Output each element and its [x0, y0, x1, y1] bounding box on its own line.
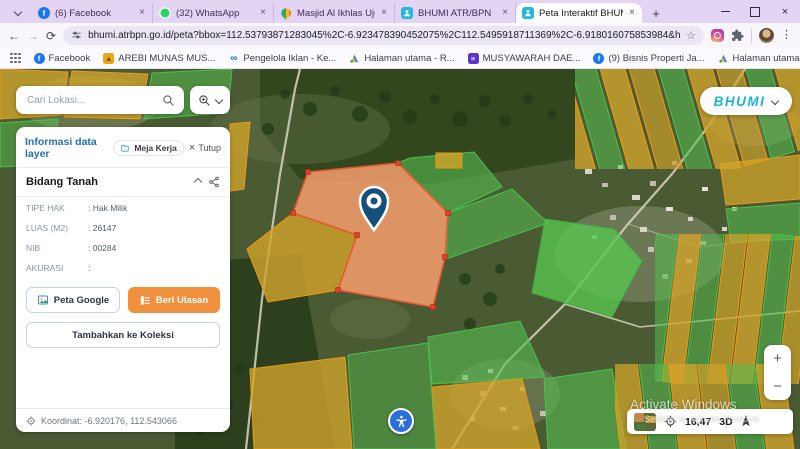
url-text: bhumi.atrbpn.go.id/peta?bbox=112.5379387… [88, 30, 680, 41]
locate-icon[interactable] [664, 415, 677, 428]
bookmark-halaman-utama-2[interactable]: Halaman utama - R... [718, 53, 800, 64]
tab-close-icon[interactable]: × [259, 7, 267, 19]
forward-button[interactable]: → [27, 30, 39, 42]
chevron-down-icon [771, 97, 779, 105]
bookmark-halaman-utama-1[interactable]: Halaman utama - R... [349, 53, 454, 64]
chevron-down-icon [215, 96, 223, 104]
toolbar-divider [751, 29, 752, 43]
tab-close-icon[interactable]: × [501, 7, 509, 19]
section-title: Bidang Tanah [26, 176, 188, 188]
map-zoom-control: + − [764, 345, 791, 400]
tab-maps[interactable]: Masjid Al Ikhlas Ujung Pangi × [274, 3, 395, 23]
bookmark-arebi[interactable]: ▲AREBI MUNAS MUS... [103, 53, 215, 64]
bookmark-star-icon[interactable]: ☆ [686, 29, 696, 42]
layer-info-panel: Informasi data layer Meja Kerja × Tutup … [16, 127, 230, 432]
search-icon[interactable] [162, 94, 175, 107]
new-tab-button[interactable]: + [648, 5, 664, 21]
magnifier-plus-icon [198, 94, 211, 107]
apps-grid-icon[interactable] [10, 53, 21, 64]
chevron-down-icon [14, 8, 22, 16]
tab-peta-interaktif-active[interactable]: Peta Interaktif BHUMI ATR/B × [516, 3, 642, 23]
google-ads-icon [718, 53, 729, 64]
picture-icon [37, 294, 49, 306]
google-maps-favicon [279, 6, 293, 20]
tab-strip: f (6) Facebook × (32) WhatsApp × Masjid … [0, 0, 800, 23]
tab-close-icon[interactable]: × [628, 7, 636, 19]
collapse-chevron-icon[interactable] [194, 178, 202, 186]
window-controls: × [710, 0, 800, 23]
tab-whatsapp[interactable]: (32) WhatsApp × [153, 3, 274, 23]
location-search [16, 86, 184, 114]
instagram-extension-icon[interactable] [711, 29, 724, 42]
whatsapp-favicon [159, 7, 171, 19]
site-settings-icon[interactable] [71, 30, 82, 41]
bookmarks-bar: fFacebook ▲AREBI MUNAS MUS... ∞Pengelola… [0, 48, 800, 69]
beri-ulasan-button[interactable]: Beri Ulasan [128, 287, 220, 313]
tab-search-button[interactable] [8, 2, 28, 22]
accessibility-icon [394, 414, 409, 429]
mode-3d-button[interactable]: 3D [719, 416, 732, 428]
menu-dots-icon[interactable]: ⋮ [781, 30, 792, 41]
reload-button[interactable]: ⟳ [46, 30, 56, 42]
url-bar[interactable]: bhumi.atrbpn.go.id/peta?bbox=112.5379387… [63, 26, 704, 45]
minimize-button[interactable] [710, 0, 740, 23]
share-icon[interactable] [208, 176, 220, 188]
profile-avatar[interactable] [759, 28, 774, 43]
basemap-thumbnail[interactable] [634, 413, 656, 431]
folder-icon [120, 144, 130, 153]
coordinate-readout: Koordinat: -6.920176, 112.543066 [16, 408, 230, 432]
window-close-button[interactable]: × [770, 0, 800, 23]
bhumi-menu[interactable]: BHUMI [700, 87, 792, 115]
tab-close-icon[interactable]: × [380, 7, 388, 19]
bookmark-facebook[interactable]: fFacebook [34, 53, 91, 64]
meta-icon: ∞ [228, 53, 239, 64]
facebook-favicon: f [38, 7, 50, 19]
bhumi-favicon [401, 7, 413, 19]
browser-toolbar: ← → ⟳ bhumi.atrbpn.go.id/peta?bbox=112.5… [0, 23, 800, 48]
google-ads-icon [349, 53, 360, 64]
tab-facebook[interactable]: f (6) Facebook × [32, 3, 153, 23]
facebook-icon: f [593, 53, 604, 64]
tambah-koleksi-button[interactable]: Tambahkan ke Koleksi [26, 322, 220, 348]
back-button[interactable]: ← [8, 30, 20, 42]
musyawarah-icon: ≡ [468, 53, 479, 64]
accessibility-button[interactable] [388, 408, 414, 434]
panel-title: Informasi data layer [25, 136, 108, 160]
close-icon: × [189, 142, 195, 154]
map-status-bar: 16,47 3D [627, 409, 793, 434]
tab-bhumi[interactable]: BHUMI ATR/BPN × [395, 3, 516, 23]
arebi-icon: ▲ [103, 53, 114, 64]
review-icon [140, 295, 151, 306]
bhumi-favicon [522, 7, 534, 19]
close-panel-button[interactable]: × Tutup [189, 142, 221, 154]
bookmark-bisnis-properti[interactable]: f(9) Bisnis Properti Ja... [593, 53, 704, 64]
field-tipe-hak: TIPE HAK: Hak Milik [26, 203, 220, 213]
search-input[interactable] [25, 94, 156, 107]
compass-icon[interactable] [741, 415, 751, 428]
zoom-level-readout: 16,47 [685, 416, 711, 428]
zoom-area-tool[interactable] [190, 86, 230, 114]
extensions-puzzle-icon[interactable] [731, 29, 744, 42]
bhumi-logo: BHUMI [714, 94, 766, 109]
zoom-in-button[interactable]: + [773, 350, 782, 367]
bookmark-pengelola-iklan[interactable]: ∞Pengelola Iklan - Ke... [228, 53, 336, 64]
field-nib: NIB: 00284 [26, 243, 220, 253]
maximize-button[interactable] [740, 0, 770, 23]
field-akurasi: AKURASI: [26, 263, 220, 273]
meja-kerja-button[interactable]: Meja Kerja [113, 140, 184, 156]
bookmark-musyawarah[interactable]: ≡MUSYAWARAH DAE... [468, 53, 581, 64]
crosshair-icon [26, 416, 36, 426]
tab-close-icon[interactable]: × [138, 7, 146, 19]
peta-google-button[interactable]: Peta Google [26, 287, 120, 313]
facebook-icon: f [34, 53, 45, 64]
zoom-out-button[interactable]: − [773, 378, 782, 395]
field-luas: LUAS (M2): 26147 [26, 223, 220, 233]
